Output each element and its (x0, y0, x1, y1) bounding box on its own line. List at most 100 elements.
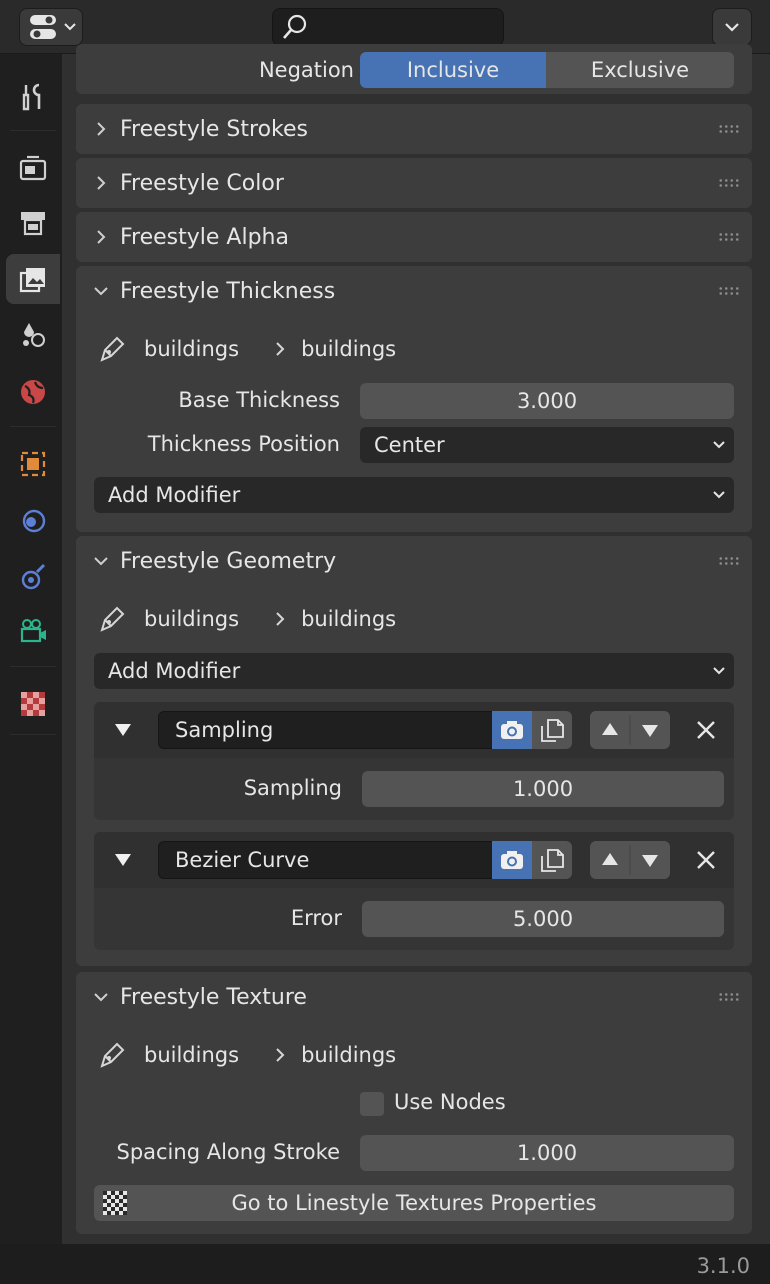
panel-freestyle-geometry: Freestyle Geometry buildings buildings A… (76, 536, 752, 966)
search-icon (283, 14, 307, 39)
properties-tab-bar (0, 54, 62, 1244)
render-toggle-button[interactable] (492, 711, 532, 749)
tab-modifiers[interactable] (6, 495, 60, 545)
chevron-down-icon (713, 491, 725, 499)
copy-modifier-button[interactable] (532, 841, 572, 879)
render-toggle-button[interactable] (492, 841, 532, 879)
breadcrumb: buildings buildings (96, 1040, 396, 1070)
camera-icon (501, 721, 523, 739)
linestyle-pen-icon (100, 336, 125, 362)
thickness-position-dropdown[interactable]: Center (360, 427, 734, 463)
editor-type-button[interactable] (19, 8, 83, 46)
breadcrumb-target: buildings (301, 337, 397, 361)
scene-icon (23, 323, 45, 347)
modifier-prop-label: Sampling (243, 776, 342, 800)
copy-modifier-button[interactable] (532, 711, 572, 749)
tab-object[interactable] (6, 439, 60, 489)
tab-output[interactable] (6, 197, 60, 247)
add-modifier-label: Add Modifier (108, 659, 241, 683)
drag-handle-icon[interactable] (718, 124, 740, 134)
modifier-header: Bezier Curve (94, 832, 734, 888)
panel-freestyle-alpha[interactable]: Freestyle Alpha (76, 212, 752, 262)
breadcrumb-target: buildings (301, 607, 397, 631)
panel-freestyle-strokes[interactable]: Freestyle Strokes (76, 104, 752, 154)
tab-view-layer[interactable] (6, 254, 60, 304)
search-input[interactable] (272, 8, 504, 46)
sampling-value-field[interactable]: 1.000 (362, 771, 724, 807)
add-modifier-label: Add Modifier (108, 483, 241, 507)
chevron-down-icon (725, 23, 739, 32)
chevron-right-icon (276, 342, 285, 356)
base-thickness-field[interactable]: 3.000 (360, 383, 734, 419)
modifier-bezier-curve: Bezier Curve Error 5.000 (94, 832, 734, 950)
use-nodes-label[interactable]: Use Nodes (394, 1090, 506, 1114)
object-data-camera-icon (20, 619, 46, 643)
close-icon[interactable] (692, 716, 720, 744)
negation-panel: Negation Inclusive Exclusive (76, 44, 752, 94)
panel-freestyle-texture: Freestyle Texture buildings buildings Us… (76, 972, 752, 1234)
panel-title: Freestyle Alpha (120, 224, 289, 250)
tab-tool[interactable] (6, 72, 60, 122)
linestyle-pen-icon (100, 1042, 125, 1068)
tab-scene[interactable] (6, 310, 60, 360)
object-icon (20, 451, 46, 477)
collapse-triangle-icon[interactable] (114, 852, 132, 868)
modifiers-icon (21, 563, 46, 590)
negation-exclusive-button[interactable]: Exclusive (546, 52, 734, 88)
add-modifier-dropdown[interactable]: Add Modifier (94, 653, 734, 689)
negation-label: Negation (258, 58, 354, 82)
spacing-along-stroke-field[interactable]: 1.000 (360, 1135, 734, 1171)
linestyle-pen-icon (100, 606, 125, 632)
goto-linestyle-textures-button[interactable]: Go to Linestyle Textures Properties (94, 1185, 734, 1221)
breadcrumb-target: buildings (301, 1043, 397, 1067)
panel-title[interactable]: Freestyle Texture (76, 972, 752, 1022)
thickness-position-value: Center (374, 433, 445, 457)
goto-linestyle-textures-label: Go to Linestyle Textures Properties (231, 1191, 597, 1215)
panel-title[interactable]: Freestyle Geometry (76, 536, 752, 586)
panel-title[interactable]: Freestyle Thickness (76, 266, 752, 316)
move-up-down-icon (602, 845, 658, 875)
modifier-prop-label: Error (290, 906, 342, 930)
move-modifier-buttons[interactable] (590, 711, 670, 749)
tab-constraints[interactable] (6, 551, 60, 601)
chevron-down-icon (713, 441, 725, 449)
panel-freestyle-color[interactable]: Freestyle Color (76, 158, 752, 208)
texture-checker-icon (103, 1191, 127, 1215)
drag-handle-icon[interactable] (718, 992, 740, 1002)
close-icon[interactable] (692, 846, 720, 874)
drag-handle-icon[interactable] (718, 286, 740, 296)
drag-handle-icon[interactable] (718, 232, 740, 242)
modifier-header: Sampling (94, 702, 734, 758)
chevron-right-icon (276, 1048, 285, 1062)
copy-icon (541, 849, 564, 872)
tab-texture[interactable] (6, 679, 60, 729)
breadcrumb: buildings buildings (96, 604, 396, 634)
collapse-triangle-icon[interactable] (114, 722, 132, 738)
physics-icon (22, 509, 46, 533)
panel-freestyle-thickness: Freestyle Thickness buildings buildings … (76, 266, 752, 532)
breadcrumb-linestyle: buildings (144, 1043, 240, 1067)
drag-handle-icon[interactable] (718, 178, 740, 188)
negation-inclusive-button[interactable]: Inclusive (360, 52, 546, 88)
camera-icon (501, 851, 523, 869)
tab-object-data[interactable] (6, 606, 60, 656)
move-modifier-buttons[interactable] (590, 841, 670, 879)
move-up-down-icon (602, 715, 658, 745)
texture-icon (21, 692, 45, 716)
use-nodes-checkbox[interactable] (360, 1092, 384, 1116)
modifier-name-field[interactable]: Sampling (158, 711, 494, 749)
render-icon (19, 155, 47, 181)
options-dropdown-button[interactable] (712, 8, 752, 46)
chevron-right-icon (276, 612, 285, 626)
tab-world[interactable] (6, 367, 60, 417)
modifier-name-field[interactable]: Bezier Curve (158, 841, 494, 879)
version-label: 3.1.0 (696, 1254, 750, 1278)
drag-handle-icon[interactable] (718, 556, 740, 566)
chevron-down-icon (713, 667, 725, 675)
tab-render[interactable] (6, 142, 60, 192)
panel-title: Freestyle Strokes (120, 116, 308, 142)
add-modifier-dropdown[interactable]: Add Modifier (94, 477, 734, 513)
breadcrumb-linestyle: buildings (144, 337, 240, 361)
error-value-field[interactable]: 5.000 (362, 901, 724, 937)
output-icon (21, 212, 45, 236)
